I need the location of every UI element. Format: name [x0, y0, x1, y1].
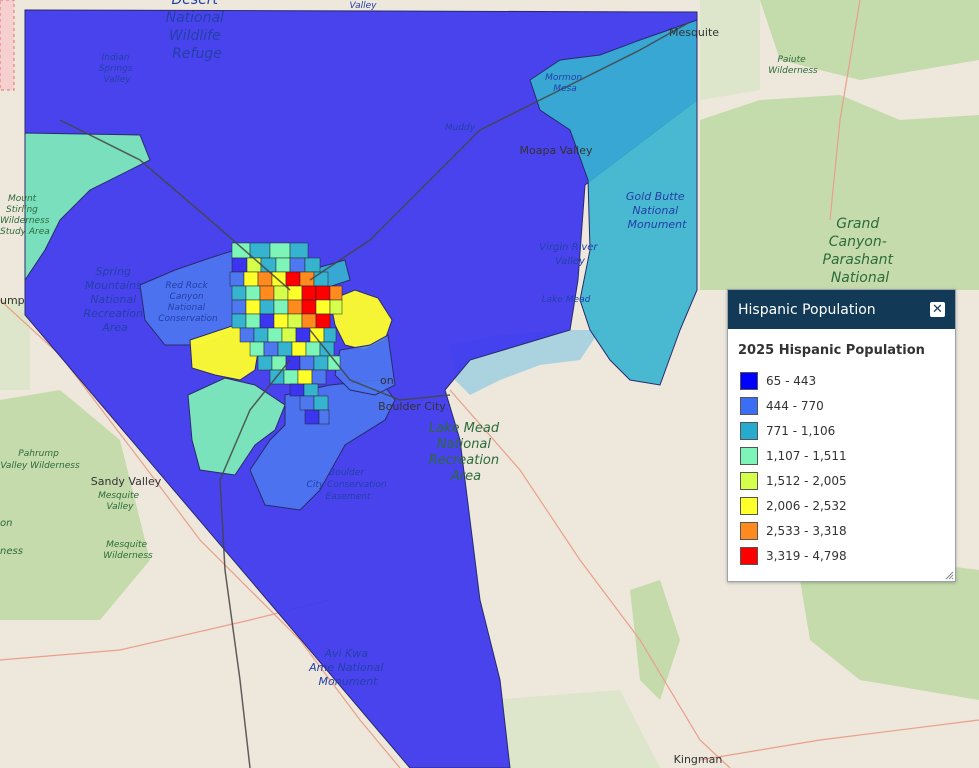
legend-range-label: 444 - 770	[766, 398, 824, 413]
legend-swatch	[740, 396, 758, 415]
label-mesquite: Mesquite	[669, 26, 719, 39]
legend-range-label: 771 - 1,106	[766, 423, 836, 438]
label-kingman: Kingman	[674, 753, 723, 766]
legend-item: 1,107 - 1,511	[728, 443, 955, 468]
legend-range-label: 3,319 - 4,798	[766, 548, 847, 563]
legend-swatch	[740, 496, 758, 515]
label-sandy-valley: Sandy Valley	[91, 475, 162, 488]
legend-swatch	[740, 421, 758, 440]
legend-range-label: 1,107 - 1,511	[766, 448, 847, 463]
label-muddy: Muddy	[445, 123, 476, 133]
legend-title: Hispanic Population	[738, 301, 876, 318]
label-indian-springs: Indian Springs Valley	[99, 53, 136, 85]
legend-item: 1,512 - 2,005	[728, 468, 955, 493]
legend-swatch	[740, 471, 758, 490]
legend-range-label: 65 - 443	[766, 373, 817, 388]
label-boulder-city: Boulder City	[378, 400, 446, 413]
resize-handle-icon[interactable]	[945, 571, 954, 580]
legend-swatch	[740, 371, 758, 390]
legend-swatch	[740, 546, 758, 565]
legend-item: 771 - 1,106	[728, 418, 955, 443]
restricted-area	[0, 0, 15, 91]
legend-item: 2,533 - 3,318	[728, 518, 955, 543]
legend-swatch	[740, 521, 758, 540]
close-icon[interactable]: ✕	[930, 302, 945, 317]
label-lake-mead-small: Lake Mead	[542, 295, 591, 305]
legend-items: 65 - 443 444 - 770 771 - 1,106 1,107 - 1,51…	[728, 368, 955, 568]
legend-item: 2,006 - 2,532	[728, 493, 955, 518]
legend-item: 3,319 - 4,798	[728, 543, 955, 568]
label-gold-butte: Gold Butte National Monument	[626, 190, 688, 231]
legend-subtitle: 2025 Hispanic Population	[738, 343, 925, 358]
legend-item: 65 - 443	[728, 368, 955, 393]
legend-swatch	[740, 446, 758, 465]
legend-panel: Hispanic Population ✕ 2025 Hispanic Popu…	[727, 289, 956, 582]
label-moapa-valley: Moapa Valley	[520, 144, 593, 157]
label-henderson-partial: on	[380, 374, 394, 387]
label-valley-top: Valley	[350, 1, 378, 11]
label-pahrump-partial: ump	[0, 294, 25, 307]
legend-range-label: 2,533 - 3,318	[766, 523, 847, 538]
legend-header: Hispanic Population ✕	[728, 290, 955, 329]
legend-item: 444 - 770	[728, 393, 955, 418]
label-desert-nwr: Desert National Wildlife Refuge	[166, 0, 229, 62]
legend-range-label: 2,006 - 2,532	[766, 498, 847, 513]
label-mesquite-wilderness: Mesquite Wilderness	[103, 540, 153, 561]
legend-range-label: 1,512 - 2,005	[766, 473, 847, 488]
